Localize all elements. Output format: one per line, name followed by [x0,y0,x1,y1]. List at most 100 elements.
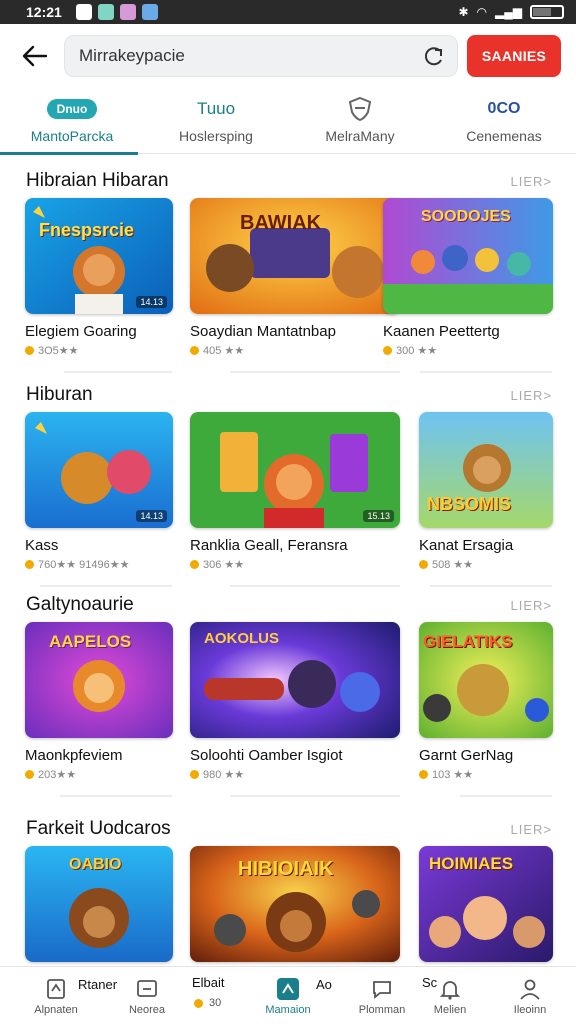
game-title: Maonkpfeviem [25,747,123,764]
game-card[interactable]: 14.13 Kass 760★★ 91496★★ [25,412,173,571]
game-thumbnail[interactable]: AAPELOS [25,622,173,738]
game-rating: 405 ★★ [203,345,245,357]
art-title: BAWIAK [240,212,322,234]
game-thumbnail[interactable]: AOKOLUS [190,622,400,738]
divider [230,795,400,797]
back-arrow-icon[interactable] [20,42,50,70]
tab-cenemenas[interactable]: 0CO Cenemenas [432,92,576,154]
game-card[interactable]: HOIMIAES [419,846,553,962]
game-title: Kanat Ersagia [419,537,514,554]
top-bar: SAANIES [0,34,576,78]
game-thumbnail[interactable]: SOODOJES [383,198,553,314]
thumbnail-badge: 15.13 [363,510,394,522]
nav-label: Melien [433,1004,467,1016]
divider [420,371,552,373]
art-title: AAPELOS [49,632,132,651]
art-title: NBSOMIS [427,494,512,514]
game-thumbnail[interactable]: GIELATIKS [419,622,553,738]
game-card[interactable]: 14.13 Fnespsrcie Elegiem Goaring 3O5★★ [25,198,173,357]
game-rating: 3O5★★ [38,345,79,357]
tab-label: MantoParcka [30,128,114,144]
category-tabs: Dnuo MantoParcka Tuuo Hoslersping MelraM… [0,92,576,155]
see-more-link[interactable]: LIER> [511,822,553,837]
game-card[interactable]: OABIO [25,846,173,962]
coin-icon [190,770,199,779]
search-input[interactable] [79,46,409,66]
game-title: Garnt GerNag [419,747,514,764]
nav-label: Alpnaten [34,1004,78,1016]
status-time: 12:21 [26,4,62,20]
coin-icon [419,770,428,779]
game-thumbnail[interactable]: 14.13 [25,412,173,528]
game-rating: 300 ★★ [396,345,438,357]
nav-item-mamaion[interactable]: Mamaion [258,967,318,1024]
nav-label: Ileoinn [513,1004,547,1016]
game-card[interactable]: AOKOLUS Soloohti Oamber Isgiot 980 ★★ [190,622,400,781]
game-card[interactable]: HIBIOIAIK [190,846,400,962]
nav-overlay-text: Elbait [192,975,225,990]
game-thumbnail[interactable]: 14.13 Fnespsrcie [25,198,173,314]
profile-icon [520,979,540,1000]
thumbnail-badge: 14.13 [136,296,167,308]
bell-icon [439,981,461,1000]
search-bar[interactable] [64,35,458,77]
game-thumbnail[interactable]: 15.13 [190,412,400,528]
section-galtynoaurie: Galtynoaurie LIER> AAPELOS Maonkpfeviem … [0,592,576,797]
section-title: Galtynoaurie [26,594,134,615]
nav-overlay-text: Rtaner [78,977,118,992]
game-card[interactable]: 15.13 Ranklia Geall, Feransra 306 ★★ [190,412,400,571]
game-card[interactable]: SOODOJES Kaanen Peettertg 300 ★★ [383,198,553,357]
nav-item-neorea[interactable]: Neorea [122,967,172,1024]
game-thumbnail[interactable]: BAWIAK [190,198,400,314]
game-card[interactable]: BAWIAK Soaydian Mantatnbap 405 ★★ [190,198,400,357]
divider [60,795,172,797]
coin-icon [25,560,34,569]
tab-mantoparcka[interactable]: Dnuo MantoParcka [0,92,144,155]
tab-badge: Dnuo [46,99,98,119]
search-button[interactable]: SAANIES [467,35,561,77]
battery-icon [530,5,564,19]
game-thumbnail[interactable]: HIBIOIAIK [190,846,400,962]
notification-icon [75,4,92,20]
bluetooth-icon: ✱ [458,5,469,19]
nav-item-plomman[interactable]: Plomman [352,967,412,1024]
status-bar: 12:21 ✱ ◠ ▂▄▆ [0,0,576,24]
coin-icon [419,560,428,569]
art-title: AOKOLUS [204,630,279,647]
tab-badge: Tuuo [196,99,236,118]
see-more-link[interactable]: LIER> [511,598,553,613]
game-card[interactable]: AAPELOS Maonkpfeviem 203★★ [25,622,173,781]
art-title: HOIMIAES [429,854,514,873]
nav-item-ileoinn[interactable]: Ileoinn [500,967,560,1024]
tab-label: MelraMany [325,128,395,144]
game-card[interactable]: GIELATIKS Garnt GerNag 103 ★★ [419,622,553,781]
section-farkeit-uodcaros: Farkeit Uodcaros LIER> OABIO HIBIOIAIK H… [0,816,576,962]
coin-icon [190,560,199,569]
nav-item-melien[interactable]: Melien [420,967,480,1024]
game-thumbnail[interactable]: HOIMIAES [419,846,553,962]
nav-label: Neorea [128,1004,166,1016]
game-thumbnail[interactable]: NBSOMIS [419,412,553,528]
refresh-icon[interactable] [423,46,445,68]
game-rating: 980 ★★ [203,769,245,781]
tab-label: Hoslersping [179,128,253,144]
see-more-link[interactable]: LIER> [511,174,553,189]
coin-icon [383,346,392,355]
divider [230,371,400,373]
tab-melramany[interactable]: MelraMany [288,92,432,154]
game-card[interactable]: NBSOMIS Kanat Ersagia 508 ★★ [419,412,553,571]
tab-hoslersping[interactable]: Tuuo Hoslersping [144,92,288,154]
game-rating: 508 ★★ [432,559,474,571]
game-rating: 103 ★★ [432,769,474,781]
nav-item-alpnaten[interactable]: Alpnaten [26,967,86,1024]
notification-icon [119,4,136,20]
home-icon [277,978,299,1000]
nav-coin-counter: 30 [194,997,221,1009]
notification-icons [75,4,158,20]
game-thumbnail[interactable]: OABIO [25,846,173,962]
coin-count: 30 [209,997,222,1009]
divider [430,585,552,587]
chat-icon [373,981,391,999]
see-more-link[interactable]: LIER> [511,388,553,403]
notification-icon [141,4,158,20]
